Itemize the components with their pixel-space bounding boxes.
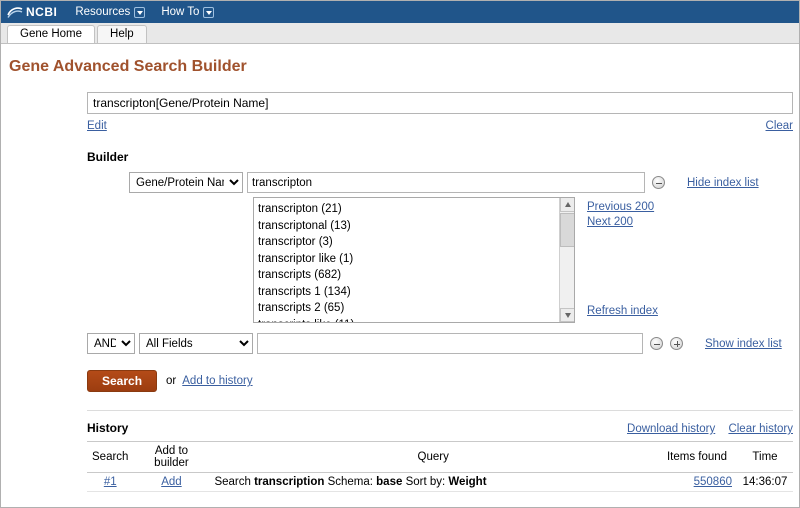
index-option[interactable]: transcripts 1 (134) bbox=[258, 284, 574, 301]
index-list-scrollbar[interactable] bbox=[559, 198, 574, 322]
index-option[interactable]: transcripts (682) bbox=[258, 267, 574, 284]
download-history-link[interactable]: Download history bbox=[627, 423, 715, 435]
index-option[interactable]: transcriptor (3) bbox=[258, 234, 574, 251]
query-row bbox=[9, 76, 793, 114]
index-links: Previous 200 Next 200 Refresh index bbox=[587, 197, 737, 323]
menu-how-to[interactable]: How To bbox=[161, 6, 215, 18]
chevron-down-icon bbox=[134, 6, 146, 18]
scroll-up-icon[interactable] bbox=[560, 198, 574, 212]
index-option[interactable]: transcriptor like (1) bbox=[258, 251, 574, 268]
builder-row-2: AND All Fields Show index list bbox=[87, 333, 791, 354]
hide-index-list-link[interactable]: Hide index list bbox=[687, 177, 759, 189]
ncbi-menu: Resources How To bbox=[75, 6, 215, 18]
history-items-cell: 550860 bbox=[657, 472, 737, 492]
column-time: Time bbox=[737, 441, 793, 473]
column-query: Query bbox=[209, 441, 657, 473]
history-table: Search Add to builder Query Items found … bbox=[87, 441, 793, 492]
builder-operator-select[interactable]: AND bbox=[87, 333, 135, 354]
tab-strip: Gene Home Help bbox=[1, 23, 799, 44]
browser-page: NCBI Resources How To Gene Home Help Gen… bbox=[0, 0, 800, 508]
index-area: transcripton (21) transcriptonal (13) tr… bbox=[253, 197, 791, 323]
history-heading: History bbox=[87, 421, 129, 435]
previous-200-link[interactable]: Previous 200 bbox=[587, 201, 737, 213]
history-add-link[interactable]: Add bbox=[161, 476, 181, 488]
refresh-index-link[interactable]: Refresh index bbox=[587, 305, 658, 317]
history-query-sort: Weight bbox=[448, 476, 487, 488]
menu-how-to-label: How To bbox=[161, 6, 200, 18]
history-time: 14:36:07 bbox=[737, 472, 793, 492]
ncbi-logo[interactable]: NCBI bbox=[7, 5, 57, 19]
page-title: Gene Advanced Search Builder bbox=[9, 58, 247, 75]
history-search-id: #1 bbox=[87, 472, 134, 492]
history-search-link[interactable]: #1 bbox=[104, 476, 117, 488]
tab-gene-home[interactable]: Gene Home bbox=[7, 25, 96, 43]
builder-term-input-1[interactable] bbox=[247, 172, 645, 193]
ncbi-swoosh-icon bbox=[7, 6, 23, 19]
builder-heading: Builder bbox=[87, 150, 129, 164]
minus-circle-icon[interactable] bbox=[650, 337, 663, 350]
index-option[interactable]: transcripts 2 (65) bbox=[258, 300, 574, 317]
history-items-link[interactable]: 550860 bbox=[694, 476, 732, 488]
history-query-schema: base bbox=[376, 476, 403, 488]
column-search: Search bbox=[87, 441, 134, 473]
table-row: #1 Add Search transcription Schema: base… bbox=[87, 472, 793, 492]
main-content: Edit Clear Builder Gene/Protein Name Hid… bbox=[1, 76, 799, 492]
scroll-down-icon[interactable] bbox=[560, 308, 574, 322]
history-query-sort-label: Sort by: bbox=[402, 476, 449, 488]
tab-help[interactable]: Help bbox=[97, 25, 147, 43]
builder-field-select-2[interactable]: All Fields bbox=[139, 333, 253, 354]
section-divider bbox=[87, 410, 793, 411]
column-add-to-builder: Add to builder bbox=[133, 441, 210, 473]
next-200-link[interactable]: Next 200 bbox=[587, 216, 737, 228]
add-to-history-link[interactable]: Add to history bbox=[182, 375, 252, 387]
query-input[interactable] bbox=[87, 92, 793, 114]
history-links: Download history Clear history bbox=[617, 423, 793, 435]
history-query-mid: Schema: bbox=[324, 476, 377, 488]
show-index-list-link[interactable]: Show index list bbox=[705, 338, 782, 350]
index-list[interactable]: transcripton (21) transcriptonal (13) tr… bbox=[253, 197, 575, 323]
clear-link[interactable]: Clear bbox=[766, 120, 793, 132]
ncbi-logo-text: NCBI bbox=[26, 5, 58, 19]
history-add-cell: Add bbox=[133, 472, 210, 492]
search-button[interactable]: Search bbox=[87, 370, 158, 392]
history-query-prefix: Search bbox=[214, 476, 255, 488]
ncbi-top-bar: NCBI Resources How To bbox=[1, 1, 799, 23]
minus-circle-icon[interactable] bbox=[652, 176, 665, 189]
history-query-term: transcription bbox=[254, 476, 325, 488]
history-header-row: Search Add to builder Query Items found … bbox=[87, 441, 793, 473]
search-row: Search or Add to history bbox=[87, 370, 791, 392]
scroll-thumb[interactable] bbox=[560, 213, 574, 247]
menu-resources-label: Resources bbox=[75, 6, 131, 18]
or-text: or bbox=[166, 375, 177, 387]
builder-field-select-1[interactable]: Gene/Protein Name bbox=[129, 172, 243, 193]
plus-circle-icon[interactable] bbox=[670, 337, 683, 350]
column-items-found: Items found bbox=[657, 441, 737, 473]
menu-resources[interactable]: Resources bbox=[75, 6, 146, 18]
history-query-cell: Search transcription Schema: base Sort b… bbox=[209, 472, 657, 492]
chevron-down-icon bbox=[203, 6, 215, 18]
edit-link[interactable]: Edit bbox=[87, 120, 107, 132]
edit-clear-row: Edit Clear bbox=[87, 120, 793, 132]
index-option[interactable]: transcriptonal (13) bbox=[258, 218, 574, 235]
builder-term-input-2[interactable] bbox=[257, 333, 643, 354]
index-option[interactable]: transcripts like (11) bbox=[258, 317, 574, 323]
clear-history-link[interactable]: Clear history bbox=[728, 423, 793, 435]
history-header: History Download history Clear history bbox=[87, 421, 793, 435]
builder-row-1: Gene/Protein Name Hide index list bbox=[129, 172, 791, 193]
index-option[interactable]: transcripton (21) bbox=[258, 201, 574, 218]
